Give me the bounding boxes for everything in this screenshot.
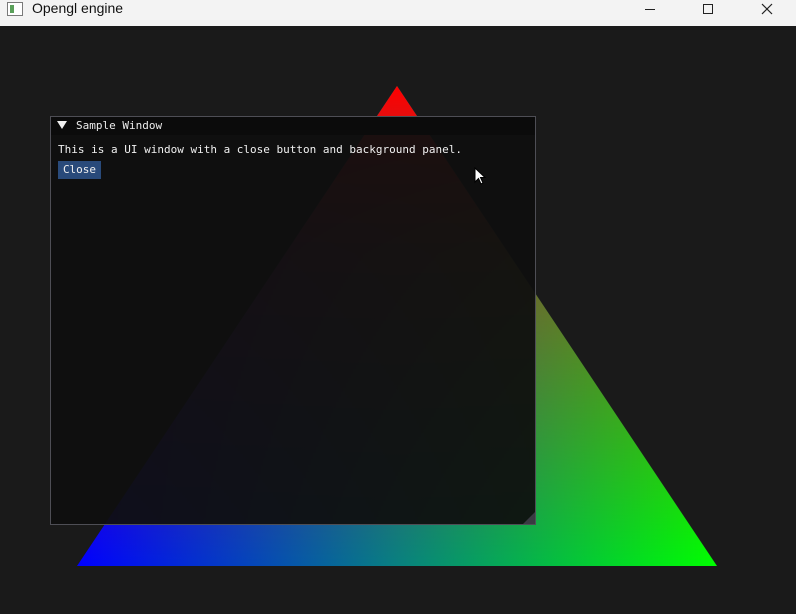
- collapse-triangle-icon[interactable]: [57, 120, 67, 130]
- title-bar[interactable]: Opengl engine: [0, 0, 796, 26]
- close-button[interactable]: Close: [58, 161, 101, 179]
- app-icon: [7, 2, 23, 16]
- window-title: Opengl engine: [32, 0, 124, 16]
- resize-grip-icon[interactable]: [523, 512, 535, 524]
- close-window-button[interactable]: [744, 0, 790, 17]
- maximize-button[interactable]: [685, 0, 731, 17]
- mouse-pointer-icon: [474, 167, 487, 185]
- maximize-icon: [703, 3, 713, 14]
- app-window: Opengl engine Sample Window This is a UI…: [0, 0, 796, 614]
- close-icon: [761, 3, 773, 14]
- minimize-icon: [645, 8, 655, 10]
- ui-window-text: This is a UI window with a close button …: [58, 143, 462, 156]
- sample-ui-window[interactable]: Sample Window This is a UI window with a…: [50, 116, 536, 525]
- ui-window-title: Sample Window: [76, 119, 163, 132]
- ui-window-header[interactable]: Sample Window: [51, 117, 535, 135]
- minimize-button[interactable]: [627, 0, 673, 17]
